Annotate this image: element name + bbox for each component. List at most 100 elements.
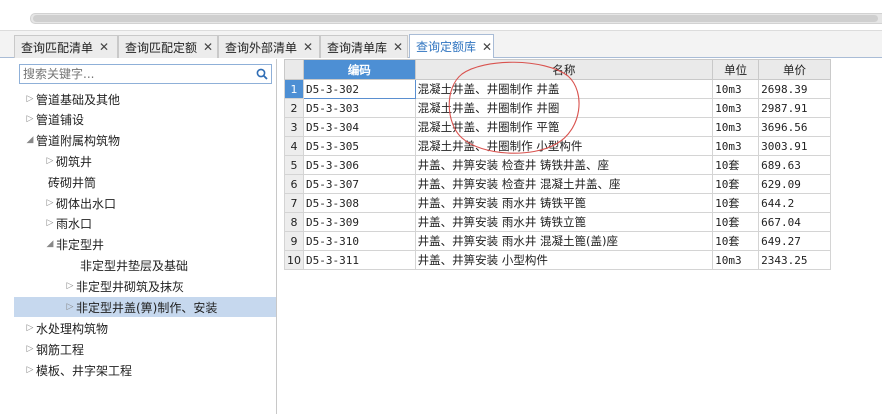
tree-item[interactable]: ▷ 砌筑井 [14, 151, 276, 171]
tree-item[interactable]: ▷ 管道铺设 [14, 109, 276, 129]
cell-price[interactable]: 3003.91 [758, 136, 831, 156]
tree-item[interactable]: ▷ 砌体出水口 [14, 193, 276, 213]
tree-item[interactable]: ▷ 非定型井砌筑及抹灰 [14, 276, 276, 296]
tree-item[interactable]: ◢ 非定型井 [14, 234, 276, 254]
column-header-code[interactable]: 编码 [302, 59, 416, 80]
cell-code[interactable]: D5-3-310 [302, 231, 416, 251]
collapse-arrow-icon[interactable]: ◢ [44, 239, 56, 249]
table-row[interactable]: 7 D5-3-308 井盖、井箅安装 雨水井 铸铁平篦 10套 644.2 [284, 193, 831, 213]
cell-name[interactable]: 井盖、井箅安装 检查井 混凝土井盖、座 [414, 174, 714, 194]
row-number[interactable]: 3 [284, 117, 304, 137]
table-row[interactable]: 1 D5-3-302 混凝土井盖、井圈制作 井盖 10m3 2698.39 [284, 79, 831, 99]
cell-unit[interactable]: 10套 [712, 231, 760, 251]
tab-query-list-library[interactable]: 查询清单库 ✕ [320, 35, 408, 58]
expand-arrow-icon[interactable]: ▷ [24, 365, 36, 375]
tab-query-match-quota[interactable]: 查询匹配定额 ✕ [118, 35, 218, 58]
collapse-arrow-icon[interactable]: ◢ [24, 135, 36, 145]
tree-item[interactable]: ▷ 水处理构筑物 [14, 318, 276, 338]
cell-name[interactable]: 井盖、井箅安装 小型构件 [414, 250, 714, 270]
cell-price[interactable]: 644.2 [758, 193, 831, 213]
search-input[interactable] [20, 65, 253, 83]
column-header-name[interactable]: 名称 [414, 59, 714, 80]
row-number[interactable]: 1 [284, 79, 304, 99]
cell-price[interactable]: 3696.56 [758, 117, 831, 137]
table-row[interactable]: 9 D5-3-310 井盖、井箅安装 雨水井 混凝土篦(盖)座 10套 649.27 [284, 231, 831, 251]
cell-name[interactable]: 混凝土井盖、井圈制作 井圈 [414, 98, 714, 118]
cell-code[interactable]: D5-3-308 [302, 193, 416, 213]
search-icon[interactable] [253, 65, 271, 83]
cell-unit[interactable]: 10套 [712, 212, 760, 232]
expand-arrow-icon[interactable]: ▷ [24, 323, 36, 333]
table-row[interactable]: 6 D5-3-307 井盖、井箅安装 检查井 混凝土井盖、座 10套 629.09 [284, 174, 831, 194]
table-row[interactable]: 3 D5-3-304 混凝土井盖、井圈制作 平篦 10m3 3696.56 [284, 117, 831, 137]
cell-price[interactable]: 2343.25 [758, 250, 831, 270]
cell-name[interactable]: 井盖、井箅安装 检查井 铸铁井盖、座 [414, 155, 714, 175]
cell-price[interactable]: 689.63 [758, 155, 831, 175]
tab-query-quota-library[interactable]: 查询定额库 ✕ [409, 34, 494, 58]
table-row[interactable]: 5 D5-3-306 井盖、井箅安装 检查井 铸铁井盖、座 10套 689.63 [284, 155, 831, 175]
cell-code[interactable]: D5-3-305 [302, 136, 416, 156]
row-number[interactable]: 9 [284, 231, 304, 251]
tab-query-match-list[interactable]: 查询匹配清单 ✕ [14, 35, 118, 58]
expand-arrow-icon[interactable]: ▷ [64, 281, 76, 291]
tree-item[interactable]: ◢ 管道附属构筑物 [14, 130, 276, 150]
cell-code[interactable]: D5-3-311 [302, 250, 416, 270]
table-row[interactable]: 8 D5-3-309 井盖、井箅安装 雨水井 铸铁立篦 10套 667.04 [284, 212, 831, 232]
cell-price[interactable]: 629.09 [758, 174, 831, 194]
table-row[interactable]: 2 D5-3-303 混凝土井盖、井圈制作 井圈 10m3 2987.91 [284, 98, 831, 118]
cell-code[interactable]: D5-3-302 [302, 79, 416, 99]
tree-item[interactable]: ▷ 钢筋工程 [14, 339, 276, 359]
tree-item[interactable]: ▷ 模板、井字架工程 [14, 360, 276, 380]
close-icon[interactable]: ✕ [481, 40, 493, 54]
cell-code[interactable]: D5-3-304 [302, 117, 416, 137]
expand-arrow-icon[interactable]: ▷ [24, 114, 36, 124]
tree-item-selected[interactable]: ▷ 非定型井盖(箅)制作、安装 [14, 297, 276, 317]
cell-name[interactable]: 混凝土井盖、井圈制作 平篦 [414, 117, 714, 137]
tab-query-external-list[interactable]: 查询外部清单 ✕ [218, 35, 320, 58]
cell-code[interactable]: D5-3-309 [302, 212, 416, 232]
close-icon[interactable]: ✕ [202, 40, 214, 54]
scrollbar-thumb[interactable] [33, 15, 878, 22]
cell-name[interactable]: 井盖、井箅安装 雨水井 铸铁平篦 [414, 193, 714, 213]
tree-item[interactable]: ▷ 管道基础及其他 [14, 89, 276, 109]
cell-unit[interactable]: 10套 [712, 174, 760, 194]
expand-arrow-icon[interactable]: ▷ [64, 302, 76, 312]
cell-code[interactable]: D5-3-306 [302, 155, 416, 175]
row-number[interactable]: 10 [284, 250, 304, 270]
cell-unit[interactable]: 10m3 [712, 136, 760, 156]
cell-unit[interactable]: 10套 [712, 155, 760, 175]
cell-name[interactable]: 井盖、井箅安装 雨水井 铸铁立篦 [414, 212, 714, 232]
row-number[interactable]: 2 [284, 98, 304, 118]
cell-unit[interactable]: 10m3 [712, 79, 760, 99]
column-header-price[interactable]: 单价 [758, 59, 831, 80]
cell-name[interactable]: 井盖、井箅安装 雨水井 混凝土篦(盖)座 [414, 231, 714, 251]
expand-arrow-icon[interactable]: ▷ [24, 344, 36, 354]
cell-name[interactable]: 混凝土井盖、井圈制作 井盖 [414, 79, 714, 99]
close-icon[interactable]: ✕ [392, 40, 404, 54]
cell-unit[interactable]: 10套 [712, 193, 760, 213]
cell-price[interactable]: 667.04 [758, 212, 831, 232]
expand-arrow-icon[interactable]: ▷ [24, 94, 36, 104]
cell-price[interactable]: 2698.39 [758, 79, 831, 99]
cell-code[interactable]: D5-3-307 [302, 174, 416, 194]
tree-item[interactable]: 非定型井垫层及基础 [14, 255, 276, 275]
cell-name[interactable]: 混凝土井盖、井圈制作 小型构件 [414, 136, 714, 156]
table-row[interactable]: 4 D5-3-305 混凝土井盖、井圈制作 小型构件 10m3 3003.91 [284, 136, 831, 156]
row-number[interactable]: 6 [284, 174, 304, 194]
row-number[interactable]: 4 [284, 136, 304, 156]
table-row[interactable]: 10 D5-3-311 井盖、井箅安装 小型构件 10m3 2343.25 [284, 250, 831, 270]
column-header-unit[interactable]: 单位 [712, 59, 760, 80]
expand-arrow-icon[interactable]: ▷ [44, 156, 56, 166]
cell-unit[interactable]: 10m3 [712, 250, 760, 270]
expand-arrow-icon[interactable]: ▷ [44, 198, 56, 208]
cell-price[interactable]: 2987.91 [758, 98, 831, 118]
row-number[interactable]: 8 [284, 212, 304, 232]
close-icon[interactable]: ✕ [98, 40, 110, 54]
horizontal-scrollbar[interactable] [30, 13, 882, 24]
cell-price[interactable]: 649.27 [758, 231, 831, 251]
close-icon[interactable]: ✕ [302, 40, 314, 54]
tree-item[interactable]: 砖砌井筒 [14, 172, 276, 192]
expand-arrow-icon[interactable]: ▷ [44, 218, 56, 228]
cell-unit[interactable]: 10m3 [712, 98, 760, 118]
row-number[interactable]: 5 [284, 155, 304, 175]
